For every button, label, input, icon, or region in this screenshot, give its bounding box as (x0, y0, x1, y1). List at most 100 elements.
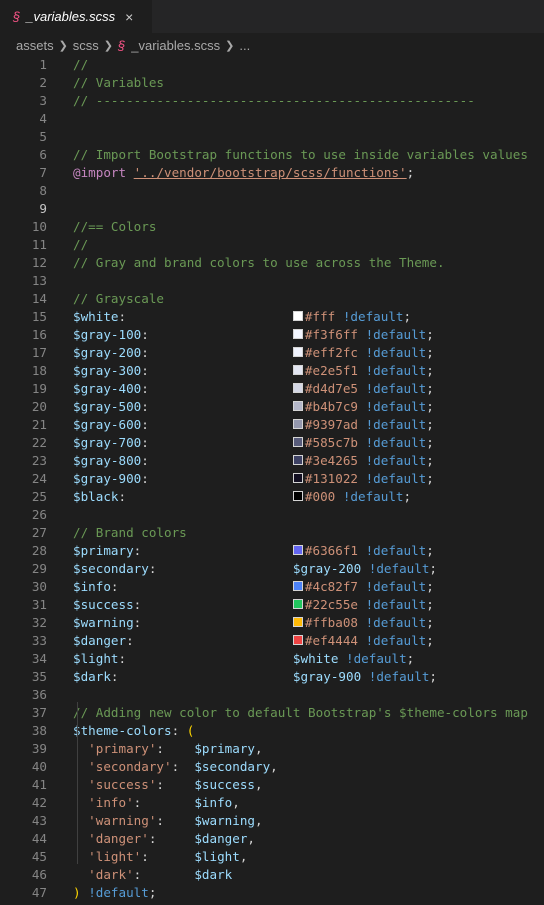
code-token: , (255, 777, 263, 792)
close-icon[interactable]: × (125, 9, 133, 25)
code-token: #22c55e (304, 597, 358, 612)
code-token: : (133, 867, 195, 882)
code-line[interactable]: 23 $gray-800: #3e4265 !default; (0, 452, 544, 470)
code-line[interactable]: 33 $danger: #ef4444 !default; (0, 632, 544, 650)
code-token: ; (426, 543, 434, 558)
color-swatch[interactable] (292, 581, 303, 591)
breadcrumb-item-file[interactable]: _variables.scss (131, 38, 220, 53)
code-line[interactable]: 21 $gray-600: #9397ad !default; (0, 416, 544, 434)
code-line[interactable]: 41 'success': $success, (0, 776, 544, 794)
code-token: : (110, 579, 119, 594)
color-swatch[interactable] (292, 545, 303, 555)
code-line[interactable]: 9 (0, 200, 544, 218)
code-line[interactable]: 32 $warning: #ffba08 !default; (0, 614, 544, 632)
code-line[interactable]: 27 // Brand colors (0, 524, 544, 542)
code-line[interactable]: 4 (0, 110, 544, 128)
code-line[interactable]: 31 $success: #22c55e !default; (0, 596, 544, 614)
code-line[interactable]: 16 $gray-100: #f3f6ff !default; (0, 326, 544, 344)
color-swatch[interactable] (292, 437, 303, 447)
code-line[interactable]: 43 'warning': $warning, (0, 812, 544, 830)
code-line[interactable]: 38 $theme-colors: ( (0, 722, 544, 740)
color-swatch[interactable] (292, 329, 303, 339)
code-token: !default (365, 327, 427, 342)
color-swatch[interactable] (292, 473, 303, 483)
code-line[interactable]: 19 $gray-400: #d4d7e5 !default; (0, 380, 544, 398)
code-line[interactable]: 44 'danger': $danger, (0, 830, 544, 848)
color-swatch[interactable] (292, 617, 303, 627)
code-line[interactable]: 3 // ------------------------------------… (0, 92, 544, 110)
code-line[interactable]: 37 // Adding new color to default Bootstr… (0, 704, 544, 722)
line-number: 39 (31, 741, 47, 756)
code-line[interactable]: 7 @import '../vendor/bootstrap/scss/funct… (0, 164, 544, 182)
color-swatch[interactable] (292, 401, 303, 411)
code-line[interactable]: 26 (0, 506, 544, 524)
color-swatch[interactable] (292, 455, 303, 465)
color-swatch[interactable] (292, 599, 303, 609)
code-token: !default (365, 417, 427, 432)
color-swatch[interactable] (292, 365, 303, 375)
code-token: , (255, 813, 263, 828)
code-line[interactable]: 12 // Gray and brand colors to use across… (0, 254, 544, 272)
line-number: 46 (31, 867, 47, 882)
line-number: 4 (39, 111, 47, 126)
line-number: 27 (31, 525, 47, 540)
code-line[interactable]: 42 'info': $info, (0, 794, 544, 812)
line-number: 20 (31, 399, 47, 414)
code-token: !default (365, 615, 427, 630)
code-line[interactable]: 36 (0, 686, 544, 704)
code-line[interactable]: 22 $gray-700: #585c7b !default; (0, 434, 544, 452)
code-line[interactable]: 10 //== Colors (0, 218, 544, 236)
code-line[interactable]: 14 // Grayscale (0, 290, 544, 308)
code-token: $primary (73, 543, 134, 558)
color-swatch[interactable] (292, 491, 303, 501)
code-line[interactable]: 46 'dark': $dark (0, 866, 544, 884)
code-token: $gray-900 (73, 471, 142, 486)
breadcrumb-item-scss[interactable]: scss (73, 38, 99, 53)
line-number: 10 (31, 219, 47, 234)
code-line[interactable]: 25 $black: #000 !default; (0, 488, 544, 506)
code-line[interactable]: 13 (0, 272, 544, 290)
code-line[interactable]: 5 (0, 128, 544, 146)
code-line[interactable]: 20 $gray-500: #b4b7c9 !default; (0, 398, 544, 416)
code-line[interactable]: 29 $secondary: $gray-200 !default; (0, 560, 544, 578)
line-number: 7 (39, 165, 47, 180)
color-swatch[interactable] (292, 311, 303, 321)
code-line[interactable]: 30 $info: #4c82f7 !default; (0, 578, 544, 596)
code-token: ; (426, 363, 434, 378)
code-line[interactable]: 35 $dark: $gray-900 !default; (0, 668, 544, 686)
color-swatch[interactable] (292, 347, 303, 357)
color-swatch[interactable] (292, 635, 303, 645)
tab-variables-scss[interactable]: § _variables.scss × (0, 0, 152, 33)
code-line[interactable]: 17 $gray-200: #eff2fc !default; (0, 344, 544, 362)
code-line[interactable]: 15 $white: #fff !default; (0, 308, 544, 326)
code-line[interactable]: 28 $primary: #6366f1 !default; (0, 542, 544, 560)
code-line[interactable]: 39 'primary': $primary, (0, 740, 544, 758)
code-line[interactable]: 8 (0, 182, 544, 200)
code-line[interactable]: 11 // (0, 236, 544, 254)
color-swatch[interactable] (292, 419, 303, 429)
line-code: // Gray and brand colors to use across t… (73, 254, 445, 272)
code-line[interactable]: 24 $gray-900: #131022 !default; (0, 470, 544, 488)
code-line[interactable]: 6 // Import Bootstrap functions to use in… (0, 146, 544, 164)
code-line[interactable]: 1 // (0, 56, 544, 74)
code-token: : (156, 777, 195, 792)
code-line[interactable]: 40 'secondary': $secondary, (0, 758, 544, 776)
code-line[interactable]: 47) !default; (0, 884, 544, 902)
code-token: // Gray and brand colors to use across t… (73, 255, 445, 270)
line-code: $dark: $gray-900 !default; (73, 668, 437, 686)
line-number: 5 (39, 129, 47, 144)
code-editor[interactable]: 1 // 2 // Variables 3 // --------------------… (0, 56, 544, 902)
breadcrumb-item-assets[interactable]: assets (16, 38, 54, 53)
code-token: : (126, 633, 134, 648)
code-line[interactable]: 2 // Variables (0, 74, 544, 92)
breadcrumb-item-symbols[interactable]: ... (239, 38, 250, 53)
code-line[interactable]: 45 'light': $light, (0, 848, 544, 866)
color-swatch[interactable] (292, 383, 303, 393)
code-line[interactable]: 18 $gray-300: #e2e5f1 !default; (0, 362, 544, 380)
code-token: 'info' (88, 795, 134, 810)
code-line[interactable]: 34 $light: $white !default; (0, 650, 544, 668)
